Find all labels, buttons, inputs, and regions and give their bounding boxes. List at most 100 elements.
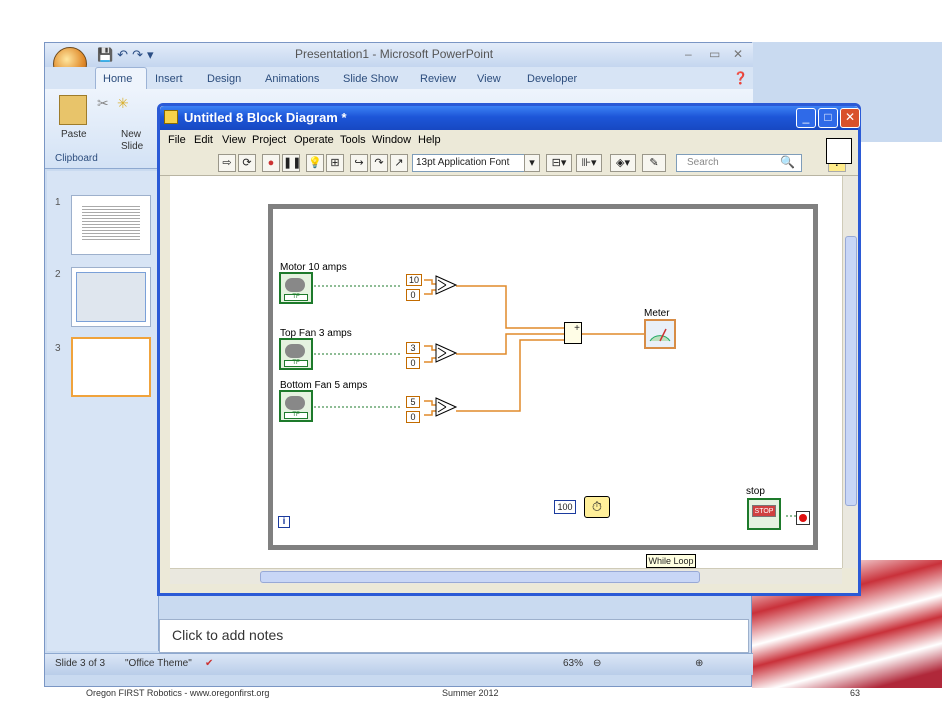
menu-file[interactable]: File [168, 134, 186, 146]
labview-icon [164, 110, 178, 124]
minimize-icon[interactable]: – [685, 47, 692, 61]
topfan-switch-terminal[interactable]: TF [279, 338, 313, 370]
theme-name: "Office Theme" [125, 658, 192, 669]
quick-access-toolbar[interactable]: 💾↶↷▾ [97, 47, 158, 63]
zoom-level: 63% [563, 658, 584, 669]
meter-label: Meter [644, 308, 670, 319]
bottomfan-false-constant[interactable]: 0 [406, 411, 420, 423]
motor-true-constant[interactable]: 10 [406, 274, 422, 286]
while-loop-tooltip: While Loop [646, 554, 696, 568]
footer-left: Oregon FIRST Robotics - www.oregonfirst.… [86, 688, 270, 698]
motor-false-constant[interactable]: 0 [406, 289, 420, 301]
motor-select-icon[interactable] [434, 274, 458, 296]
run-continuous-icon[interactable]: ⟳ [238, 154, 256, 172]
font-select[interactable]: 13pt Application Font [412, 154, 540, 172]
paste-icon[interactable] [59, 95, 87, 125]
slide-footer: Oregon FIRST Robotics - www.oregonfirst.… [0, 688, 942, 702]
ribbon-tabs [45, 67, 753, 89]
step-over-icon[interactable]: ↷ [370, 154, 388, 172]
vi-icon [826, 138, 852, 164]
topfan-false-constant[interactable]: 0 [406, 357, 420, 369]
labview-window: Untitled 8 Block Diagram * _ □ ✕ File Ed… [157, 103, 861, 596]
bottomfan-switch-terminal[interactable]: TF [279, 390, 313, 422]
notes-placeholder: Click to add notes [172, 627, 284, 643]
tab-insert[interactable]: Insert [155, 73, 183, 85]
menu-edit[interactable]: Edit [194, 134, 213, 146]
tab-design[interactable]: Design [207, 73, 241, 85]
slide-thumbnail-1[interactable] [71, 195, 151, 255]
step-into-icon[interactable]: ↪ [350, 154, 368, 172]
slide-thumbnail-2[interactable] [71, 267, 151, 327]
slide-thumbnail-3[interactable] [71, 337, 151, 397]
topfan-true-constant[interactable]: 3 [406, 342, 420, 354]
tab-developer[interactable]: Developer [527, 73, 577, 85]
paste-label[interactable]: Paste [61, 129, 87, 140]
tab-home[interactable]: Home [103, 73, 132, 85]
notes-pane[interactable]: Click to add notes [159, 619, 749, 653]
minimize-icon[interactable]: _ [796, 108, 816, 128]
meter-indicator-icon[interactable] [644, 319, 676, 349]
new-slide-icon[interactable]: ✳ [117, 95, 129, 112]
distribute-objects-icon[interactable]: ⊪▾ [576, 154, 602, 172]
thumb-number: 3 [55, 343, 61, 354]
align-objects-icon[interactable]: ⊟▾ [546, 154, 572, 172]
compound-add-node[interactable]: + [564, 322, 582, 344]
menu-operate[interactable]: Operate [294, 134, 334, 146]
highlight-execution-icon[interactable]: 💡 [306, 154, 324, 172]
clipboard-group-label: Clipboard [55, 153, 98, 164]
stop-button-terminal[interactable]: STOP [747, 498, 781, 530]
iteration-terminal[interactable]: i [278, 516, 290, 528]
topfan-select-icon[interactable] [434, 342, 458, 364]
lv-titlebar: Untitled 8 Block Diagram * _ □ ✕ [160, 106, 860, 130]
menu-window[interactable]: Window [372, 134, 411, 146]
tab-animations[interactable]: Animations [265, 73, 319, 85]
footer-page-number: 63 [850, 688, 861, 698]
search-icon[interactable]: 🔍 [780, 155, 795, 169]
pause-icon[interactable]: ❚❚ [282, 154, 301, 172]
slide-count: Slide 3 of 3 [55, 658, 106, 669]
abort-icon[interactable]: ● [262, 154, 280, 172]
maximize-icon[interactable]: □ [818, 108, 838, 128]
tab-slideshow[interactable]: Slide Show [343, 73, 398, 85]
cut-icon[interactable]: ✂ [97, 95, 109, 112]
vertical-scrollbar[interactable] [842, 176, 858, 568]
lv-menubar: File Edit View Project Operate Tools Win… [160, 130, 858, 150]
horizontal-scrollbar[interactable] [170, 568, 842, 584]
menu-help[interactable]: Help [418, 134, 441, 146]
retain-wire-values-icon[interactable]: ⊞ [326, 154, 344, 172]
run-icon[interactable]: ⇨ [218, 154, 236, 172]
close-icon[interactable]: ✕ [840, 108, 860, 128]
menu-tools[interactable]: Tools [340, 134, 366, 146]
lv-toolbar: ⇨ ⟳ ● ❚❚ 💡 ⊞ ↪ ↷ ↗ 13pt Application Font… [160, 150, 858, 176]
zoom-out-icon[interactable]: ⊖ [593, 658, 601, 669]
step-out-icon[interactable]: ↗ [390, 154, 408, 172]
chevron-down-icon[interactable]: ▾ [524, 154, 540, 172]
reorder-icon[interactable]: ◈▾ [610, 154, 636, 172]
tab-view[interactable]: View [477, 73, 501, 85]
bottomfan-select-icon[interactable] [434, 396, 458, 418]
loop-condition-terminal[interactable] [796, 511, 810, 525]
zoom-in-icon[interactable]: ⊕ [695, 658, 703, 669]
slides-pane: 1 2 3 [47, 171, 159, 651]
new-slide-label[interactable]: New Slide [121, 129, 151, 153]
thumb-number: 2 [55, 269, 61, 280]
menu-view[interactable]: View [222, 134, 246, 146]
wait-timer-icon[interactable]: ⏱ [584, 496, 610, 518]
help-icon[interactable]: ❓ [733, 71, 748, 85]
status-bar: Slide 3 of 3 "Office Theme" ✔ 63% ⊖ ⊕ [45, 653, 753, 675]
menu-project[interactable]: Project [252, 134, 286, 146]
motor-switch-terminal[interactable]: TF [279, 272, 313, 304]
tab-review[interactable]: Review [420, 73, 456, 85]
close-icon[interactable]: ✕ [733, 47, 743, 61]
spellcheck-icon[interactable]: ✔ [205, 658, 213, 669]
block-diagram-canvas[interactable]: Motor 10 amps TF 10 0 Top Fan 3 amps TF … [170, 176, 842, 568]
stop-label: stop [746, 486, 765, 497]
bottomfan-true-constant[interactable]: 5 [406, 396, 420, 408]
wait-ms-constant[interactable]: 100 [554, 500, 576, 514]
maximize-icon[interactable]: ▭ [709, 47, 720, 61]
while-loop[interactable] [268, 204, 818, 550]
lv-title: Untitled 8 Block Diagram * [184, 110, 347, 125]
thumb-number: 1 [55, 197, 61, 208]
clean-up-diagram-icon[interactable]: ✎ [642, 154, 666, 172]
footer-center: Summer 2012 [442, 688, 499, 698]
